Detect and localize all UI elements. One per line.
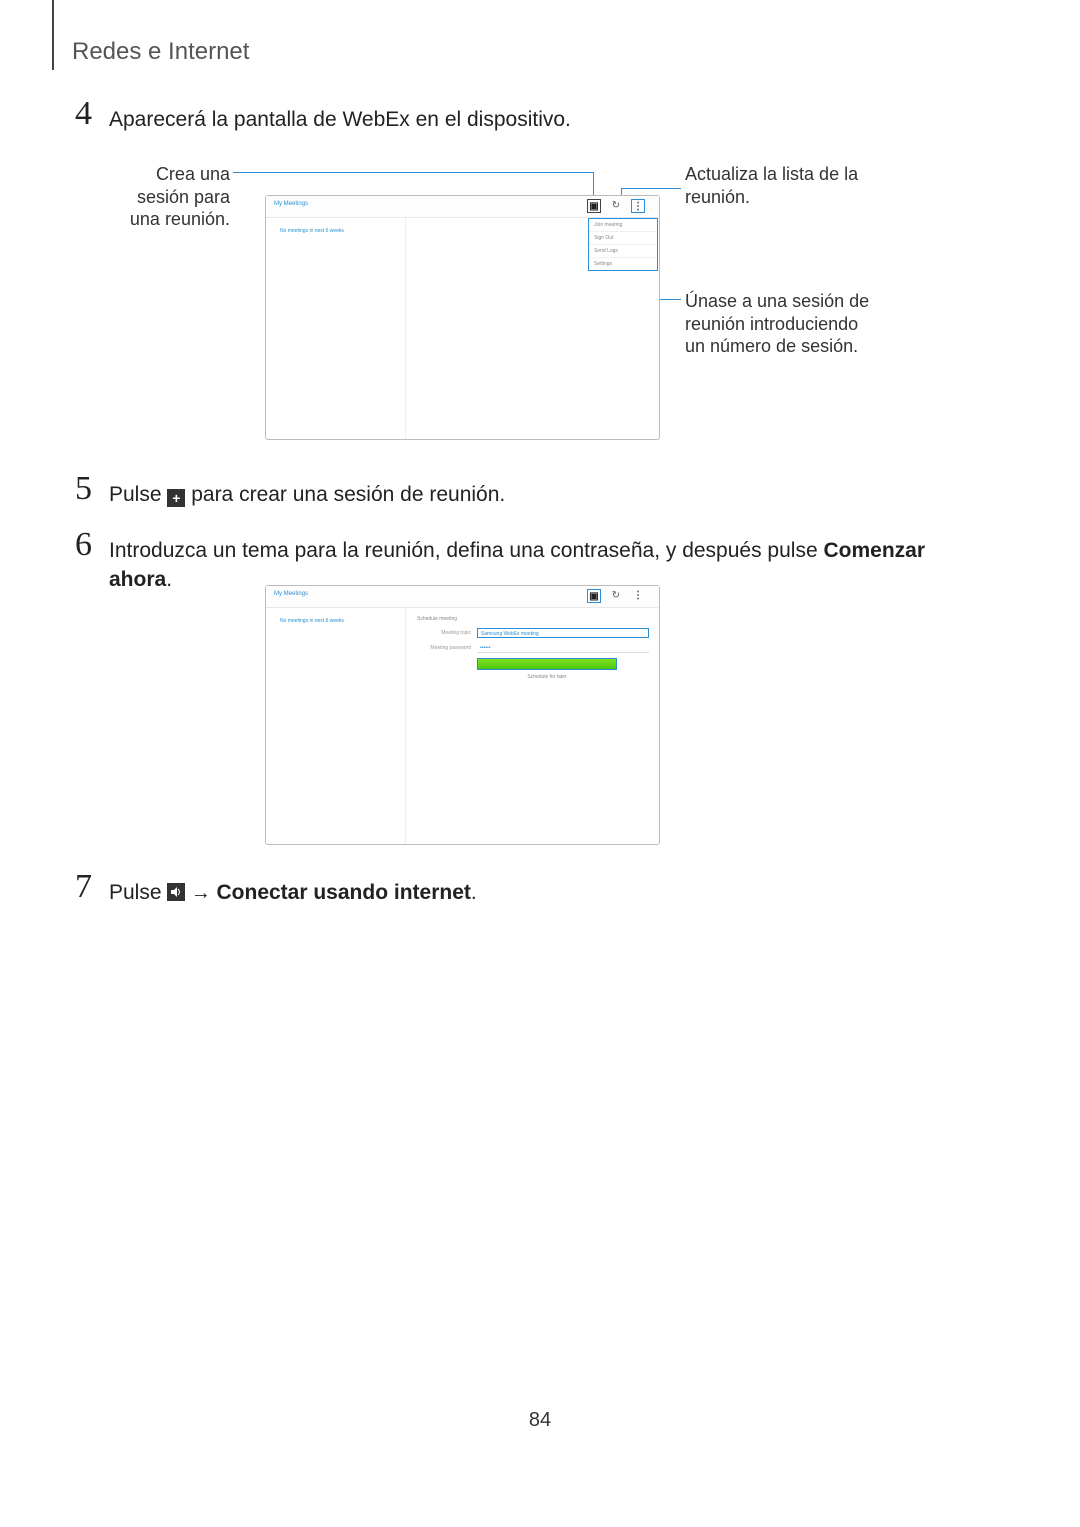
menu-item: Send Logs [589, 245, 657, 258]
speaker-icon [167, 883, 185, 901]
password-label: Meeting password [417, 645, 477, 651]
more-icon: ⋮ [631, 199, 645, 213]
schedule-later-link: Schedule for later [477, 674, 617, 680]
start-now-button [477, 658, 617, 670]
text-bold: Conectar usando internet [217, 881, 471, 904]
text-pre: Introduzca un tema para la reunión, defi… [109, 539, 823, 562]
tablet-mock-2: My Meetings ▣ ↻ ⋮ No meetings in next 6 … [265, 585, 660, 845]
diagram-webex-schedule: My Meetings ▣ ↻ ⋮ No meetings in next 6 … [265, 585, 660, 845]
step-text: Aparecerá la pantalla de WebEx en el dis… [109, 105, 990, 134]
password-row: Meeting password •••••• [417, 643, 649, 653]
page-number: 84 [0, 1409, 1080, 1432]
step-text: Pulse para crear una sesión de reunión. [109, 480, 990, 509]
topic-label: Meeting topic [417, 630, 477, 636]
callout-refresh-list: Actualiza la lista de la reunión. [685, 163, 858, 208]
callout-create-session: Crea una sesión para una reunión. [100, 163, 230, 231]
header-rule [52, 0, 54, 70]
panel-header: Schedule meeting [417, 616, 649, 622]
step-7: 7 Pulse → Conectar usando internet. [75, 878, 990, 907]
step-4: 4 Aparecerá la pantalla de WebEx en el d… [75, 105, 990, 134]
mock-empty-text: No meetings in next 6 weeks [280, 228, 344, 234]
text-pre: Pulse [109, 483, 167, 506]
step-text: Pulse → Conectar usando internet. [109, 878, 990, 907]
step-5: 5 Pulse para crear una sesión de reunión… [75, 480, 990, 509]
plus-icon [167, 489, 185, 507]
page-header: Redes e Internet [72, 38, 249, 66]
text-post: . [471, 881, 477, 904]
text-post: para crear una sesión de reunión. [185, 483, 505, 506]
step-number: 7 [75, 868, 92, 906]
refresh-icon: ↻ [609, 589, 623, 603]
mock-actionbar: My Meetings ▣ ↻ ⋮ [266, 586, 659, 608]
callout-line [233, 172, 593, 173]
mock-actionbar: My Meetings ▣ ↻ ⋮ [266, 196, 659, 218]
step-number: 4 [75, 95, 92, 133]
arrow-icon: → [185, 882, 216, 904]
menu-item: Settings [589, 258, 657, 270]
topic-field: Samsung WebEx meeting [477, 628, 649, 638]
mock-left-panel: No meetings in next 6 weeks [266, 608, 406, 844]
tablet-mock-1: My Meetings ▣ ↻ ⋮ No meetings in next 6 … [265, 195, 660, 440]
mock-left-panel: No meetings in next 6 weeks [266, 218, 406, 439]
mock-title: My Meetings [274, 591, 308, 597]
menu-item: Sign Out [589, 232, 657, 245]
mock-empty-text: No meetings in next 6 weeks [280, 618, 344, 624]
step-number: 5 [75, 470, 92, 508]
step-number: 6 [75, 526, 92, 564]
diagram-webex-main: Crea una sesión para una reunión. Actual… [100, 155, 880, 445]
text-post: . [166, 568, 172, 591]
new-meeting-icon: ▣ [587, 589, 601, 603]
callout-join-session: Únase a una sesión de reunión introducie… [685, 290, 869, 358]
menu-item: Join meeting [589, 219, 657, 232]
password-field: •••••• [477, 643, 649, 653]
refresh-icon: ↻ [609, 199, 623, 213]
callout-line [621, 188, 681, 189]
mock-title: My Meetings [274, 201, 308, 207]
mock-overflow-menu: Join meeting Sign Out Send Logs Settings [588, 218, 658, 271]
more-icon: ⋮ [631, 589, 645, 603]
new-meeting-icon: ▣ [587, 199, 601, 213]
text-pre: Pulse [109, 881, 167, 904]
topic-row: Meeting topic Samsung WebEx meeting [417, 628, 649, 638]
mock-schedule-panel: Schedule meeting Meeting topic Samsung W… [407, 608, 659, 688]
